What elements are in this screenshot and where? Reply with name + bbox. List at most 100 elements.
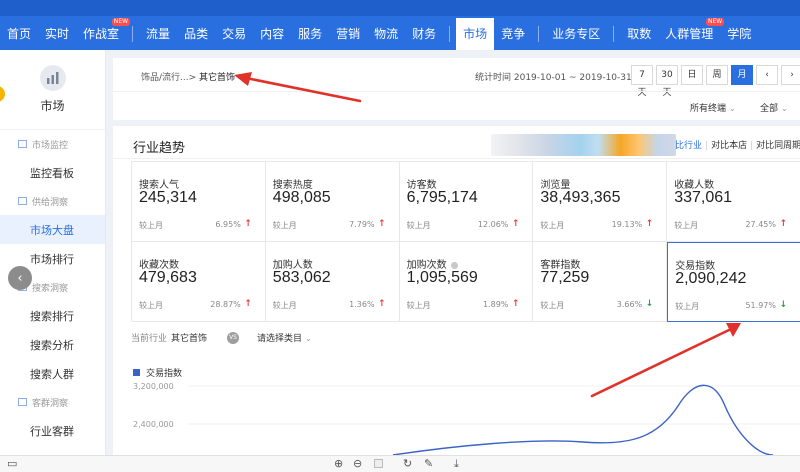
nav-item-label: 业务专区 xyxy=(552,27,601,41)
nav-item-label: 实时 xyxy=(45,27,70,41)
nav-item-label: 营销 xyxy=(336,27,361,41)
chevron-down-icon: ⌄ xyxy=(781,104,788,113)
category-select[interactable]: 请选择类目 ⌄ xyxy=(257,331,312,344)
sidebar-title: 市场 xyxy=(40,99,65,113)
nav-item[interactable]: 人群管理 NEW xyxy=(658,18,725,50)
metric-card[interactable]: 加购次数 1,095,569 较上月 1.89% ↑ xyxy=(399,242,534,322)
compare-shop-link[interactable]: 对比本店 xyxy=(711,141,747,151)
nav-item[interactable]: 物流 xyxy=(367,18,405,50)
period-button[interactable]: 日 xyxy=(681,65,703,85)
nav-item[interactable]: 服务 xyxy=(291,18,329,50)
nav-item-label: 品类 xyxy=(184,27,209,41)
metric-compare-label: 较上月 xyxy=(675,302,700,311)
industry-label: 当前行业 xyxy=(131,334,168,344)
nav-item-label: 市场 xyxy=(463,27,488,41)
metric-card[interactable]: 搜索人气 245,314 较上月 6.95% ↑ xyxy=(132,162,266,242)
period-button[interactable]: 周 xyxy=(706,65,728,85)
nav-item[interactable]: 作战室 NEW xyxy=(76,18,131,50)
metric-card[interactable]: 搜索热度 498,085 较上月 7.79% ↑ xyxy=(265,162,400,242)
panel-title: 行业趋势 xyxy=(133,141,186,156)
nav-item[interactable]: 流量 xyxy=(139,18,177,50)
download-icon[interactable]: ⤓ xyxy=(454,457,459,471)
sidebar-item[interactable]: 市场大盘 xyxy=(0,215,105,244)
folder-icon xyxy=(18,398,27,406)
nav-item[interactable]: 市场 xyxy=(456,18,495,50)
nav-item[interactable]: 实时 xyxy=(38,18,76,50)
sidebar-item[interactable]: 行业客群 xyxy=(0,416,105,445)
sidebar-item[interactable]: 搜索人群 xyxy=(0,359,105,388)
nav-item-label: 内容 xyxy=(260,27,285,41)
nav-item[interactable]: 学院 xyxy=(720,18,758,50)
screen-icon[interactable]: ▭ xyxy=(7,457,17,471)
new-badge: NEW xyxy=(111,18,131,26)
sidebar-item[interactable]: 搜索排行 xyxy=(0,301,105,330)
collapse-sidebar-button[interactable]: ‹ xyxy=(8,266,32,290)
viewer-toolbar: ▭ ⊕ ⊖ ↻ ✎ ⤓ xyxy=(0,455,800,472)
zoom-in-icon[interactable]: ⊕ xyxy=(334,457,343,471)
period-button[interactable]: 7天 xyxy=(631,65,653,98)
metric-change-percent: 51.97% xyxy=(745,301,776,310)
period-button[interactable]: 月 xyxy=(731,65,753,85)
rotate-icon[interactable]: ↻ xyxy=(403,457,412,471)
compare-peer-link[interactable]: 对比同周期 xyxy=(756,141,800,151)
edit-icon[interactable]: ✎ xyxy=(424,457,433,471)
nav-item[interactable]: 首页 xyxy=(0,18,38,50)
metric-change-percent: 1.36% xyxy=(349,300,375,309)
sidebar-item[interactable]: 搜索分析 xyxy=(0,330,105,359)
metric-card[interactable]: 加购人数 583,062 较上月 1.36% ↑ xyxy=(265,242,400,322)
metric-card[interactable]: 访客数 6,795,174 较上月 12.06% ↑ xyxy=(399,162,534,242)
fit-icon[interactable] xyxy=(374,459,383,468)
nav-item[interactable]: 竞争 xyxy=(494,18,532,50)
period-switcher: 7天 30天日周月 ‹ › xyxy=(631,65,800,98)
info-icon[interactable] xyxy=(450,261,458,269)
scope-select[interactable]: 全部 ⌄ xyxy=(760,101,788,114)
metric-value: 77,259 xyxy=(540,269,590,286)
nav-item[interactable]: 交易 xyxy=(215,18,253,50)
terminal-select[interactable]: 所有终端 ⌄ xyxy=(690,101,736,114)
nav-item[interactable]: 取数 xyxy=(620,18,658,50)
arrow-up-icon: ↑ xyxy=(779,219,787,229)
metric-compare-label: 较上月 xyxy=(540,301,565,310)
nav-item[interactable]: 营销 xyxy=(329,18,367,50)
sidebar: 市场 市场监控 监控看板 供给洞察 市场大盘 市场排行 搜索洞察 搜索排行 搜索分析 搜索人群客… xyxy=(0,50,106,455)
scope-select-value: 全部 xyxy=(760,104,779,114)
metric-card[interactable]: 交易指数 2,090,242 较上月 51.97% ↓ xyxy=(667,242,800,322)
metric-change-percent: 28.87% xyxy=(210,300,241,309)
metric-card[interactable]: 收藏人数 337,061 较上月 27.45% ↑ xyxy=(667,162,800,242)
metric-compare-label: 较上月 xyxy=(272,221,297,230)
nav-item-label: 首页 xyxy=(7,27,32,41)
metric-compare-label: 较上月 xyxy=(674,221,699,230)
separator: | xyxy=(705,141,709,151)
metric-compare-label: 较上月 xyxy=(406,301,431,310)
sidebar-item[interactable]: 监控看板 xyxy=(0,158,105,187)
arrow-up-icon: ↑ xyxy=(511,219,520,229)
compare-industry-link[interactable]: 比行业 xyxy=(675,141,702,151)
previous-period-button[interactable]: ‹ xyxy=(756,65,778,85)
arrow-down-icon: ↓ xyxy=(645,299,654,309)
folder-icon xyxy=(18,197,27,205)
filter-bar: 饰品/流行...> 其它首饰 统计时间 2019-10-01 ~ 2019-10… xyxy=(113,58,800,120)
metric-card[interactable]: 浏览量 38,493,365 较上月 19.13% ↑ xyxy=(533,162,668,242)
zoom-out-icon[interactable]: ⊖ xyxy=(353,457,362,471)
metric-card[interactable]: 收藏次数 479,683 较上月 28.87% ↑ xyxy=(132,242,266,322)
nav-separator xyxy=(132,26,134,42)
next-period-button[interactable]: › xyxy=(781,65,800,85)
stat-time-range: 统计时间 2019-10-01 ~ 2019-10-31 xyxy=(475,73,632,83)
sidebar-group-header: 客群洞察 xyxy=(0,388,105,416)
nav-item-label: 流量 xyxy=(146,27,171,41)
breadcrumb[interactable]: 饰品/流行...> 其它首饰 xyxy=(141,70,235,83)
nav-item-label: 学院 xyxy=(727,27,752,41)
metric-change-percent: 6.95% xyxy=(215,220,241,229)
nav-item-label: 取数 xyxy=(627,27,652,41)
nav-item[interactable]: 品类 xyxy=(177,18,215,50)
nav-item[interactable]: 业务专区 xyxy=(545,18,607,50)
nav-item[interactable]: 财务 xyxy=(405,18,443,50)
metric-grid: 搜索人气 245,314 较上月 6.95% ↑ 搜索热度 498,085 较上月 7.79% ↑… xyxy=(131,161,800,322)
arrow-up-icon: ↑ xyxy=(511,299,520,309)
nav-item[interactable]: 内容 xyxy=(253,18,291,50)
period-button[interactable]: 30天 xyxy=(656,65,678,98)
metric-compare-label: 较上月 xyxy=(272,301,297,310)
metric-value: 1,095,569 xyxy=(406,269,478,286)
metric-card[interactable]: 客群指数 77,259 较上月 3.66% ↓ xyxy=(533,242,668,322)
top-navigation-bar: 首页 实时 作战室 NEW 流量 品类 交易 内容 服务 营销 物流 财务 市场 竞争 业务专区 取数 人群管理… xyxy=(0,0,800,50)
